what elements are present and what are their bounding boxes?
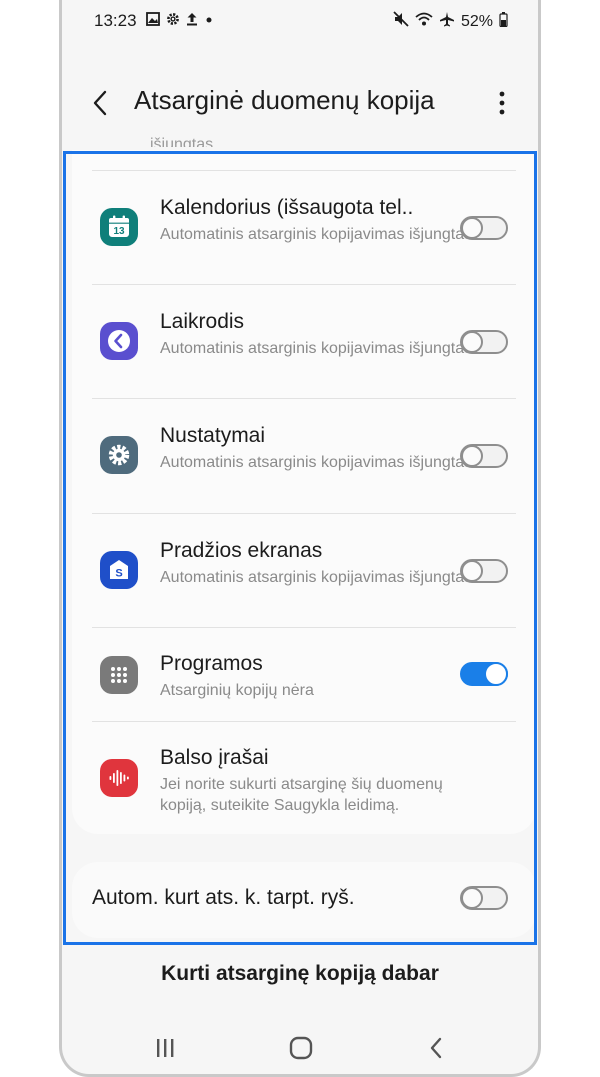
- mute-icon: [393, 11, 409, 32]
- item-subtitle: Jei norite sukurti atsarginę šių duomenų…: [160, 776, 443, 814]
- item-subtitle: Automatinis atsarginis kopijavimas išjun…: [160, 569, 473, 586]
- list-item-voice-recorder[interactable]: Balso įrašai Jei norite sukurti atsargin…: [72, 722, 536, 832]
- item-title: Balso įrašai: [160, 746, 269, 769]
- wifi-icon: [415, 11, 433, 32]
- roaming-backup-card[interactable]: Autom. kurt ats. k. tarpt. ryš.: [72, 862, 536, 938]
- apps-icon: [100, 656, 138, 694]
- item-title: Laikrodis: [160, 310, 245, 333]
- item-subtitle: Atsarginių kopijų nėra: [160, 682, 314, 699]
- home-screen-backup-toggle[interactable]: [460, 559, 508, 583]
- image-icon: [146, 12, 160, 31]
- settings-icon: [100, 436, 138, 474]
- voice-recorder-icon: [100, 759, 138, 797]
- list-item-apps[interactable]: Programos Atsarginių kopijų nėra: [72, 628, 536, 722]
- list-item-settings[interactable]: Nustatymai Automatinis atsarginis kopija…: [72, 399, 536, 514]
- page-title: Atsarginė duomenų kopija: [134, 85, 435, 115]
- item-subtitle: Automatinis atsarginis kopijavimas išjun…: [160, 454, 473, 471]
- home-icon: [289, 1036, 313, 1060]
- calendar-backup-toggle[interactable]: [460, 216, 508, 240]
- battery-icon: [499, 11, 508, 32]
- list-item-home-screen[interactable]: S Pradžios ekranas Automatinis atsargini…: [72, 514, 536, 628]
- clock-icon: [100, 322, 138, 360]
- roaming-backup-label: Autom. kurt ats. k. tarpt. ryš.: [92, 886, 355, 909]
- backup-items-card: 13 Kalendorius (išsaugota tel.. Automati…: [72, 150, 536, 834]
- svg-text:S: S: [115, 568, 122, 580]
- calendar-icon-text: 13: [113, 226, 125, 237]
- item-title: Nustatymai: [160, 424, 266, 447]
- item-title: Pradžios ekranas: [160, 539, 323, 562]
- dot-icon: [204, 12, 214, 31]
- gear-icon: [166, 12, 180, 31]
- home-button[interactable]: [286, 1034, 316, 1062]
- recent-apps-button[interactable]: [150, 1034, 180, 1062]
- settings-backup-toggle[interactable]: [460, 444, 508, 468]
- item-title: Kalendorius (išsaugota tel..: [160, 196, 414, 219]
- more-options-button[interactable]: [492, 88, 512, 118]
- item-title: Programos: [160, 652, 263, 675]
- item-subtitle: Automatinis atsarginis kopijavimas išjun…: [160, 340, 473, 357]
- apps-backup-toggle[interactable]: [460, 662, 508, 686]
- list-item-clock[interactable]: Laikrodis Automatinis atsarginis kopijav…: [72, 285, 536, 399]
- roaming-backup-toggle[interactable]: [460, 886, 508, 910]
- back-button[interactable]: [86, 86, 116, 120]
- status-bar: 13:23 52%: [62, 0, 538, 44]
- previous-item-subtitle: išjungtas: [150, 136, 214, 147]
- chevron-left-icon: [93, 90, 107, 116]
- more-vertical-icon: [499, 91, 505, 115]
- device-screen: 13:23 52% Atsarginė duomenų kopija išjun…: [59, 0, 541, 1077]
- navigation-bar: [62, 1020, 538, 1072]
- item-subtitle: Automatinis atsarginis kopijavimas išjun…: [160, 226, 473, 243]
- back-icon: [430, 1037, 442, 1059]
- list-item-calendar[interactable]: 13 Kalendorius (išsaugota tel.. Automati…: [72, 171, 536, 285]
- battery-percent: 52%: [460, 12, 493, 30]
- bottom-action-bar: Kurti atsarginę kopiją dabar: [62, 948, 538, 1008]
- recent-apps-icon: [157, 1039, 174, 1057]
- upload-icon: [186, 12, 198, 31]
- home-screen-icon: S: [100, 551, 138, 589]
- status-time: 13:23: [94, 11, 137, 30]
- app-bar: Atsarginė duomenų kopija: [62, 80, 538, 128]
- backup-now-button[interactable]: Kurti atsarginę kopiją dabar: [62, 962, 538, 986]
- calendar-icon: 13: [100, 208, 138, 246]
- clock-backup-toggle[interactable]: [460, 330, 508, 354]
- nav-back-button[interactable]: [422, 1034, 452, 1062]
- airplane-icon: [439, 11, 455, 32]
